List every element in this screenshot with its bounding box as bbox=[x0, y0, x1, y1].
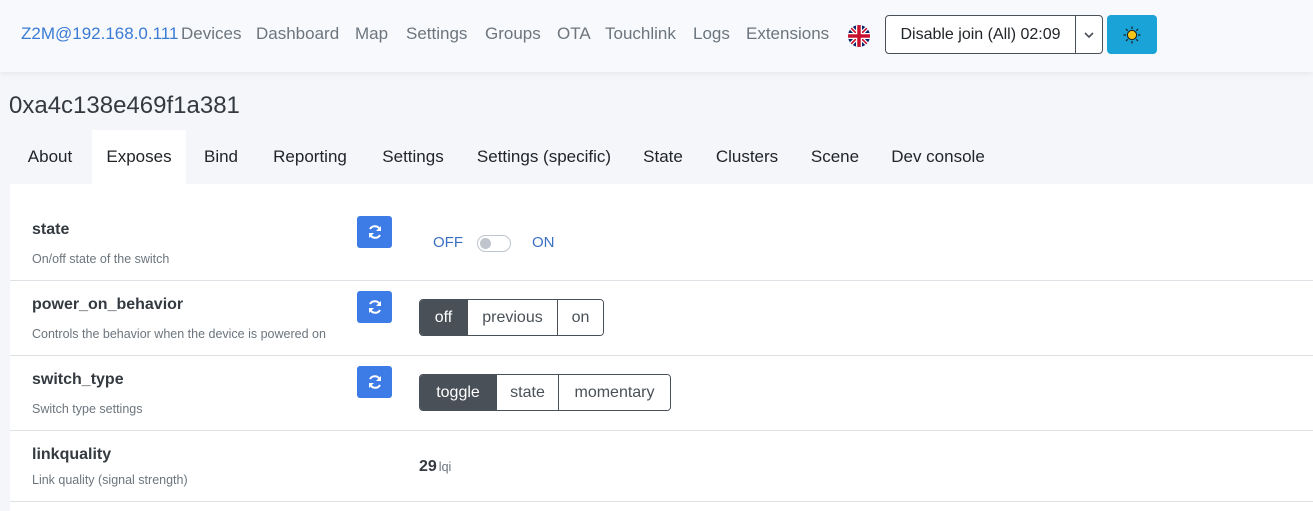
tab-scene[interactable]: Scene bbox=[796, 130, 874, 184]
linkquality-number: 29 bbox=[419, 458, 437, 475]
option-toggle[interactable]: toggle bbox=[420, 375, 496, 410]
nav-logs[interactable]: Logs bbox=[693, 24, 730, 44]
refresh-icon bbox=[368, 375, 381, 389]
expose-name: switch_type bbox=[32, 371, 124, 388]
expose-description: Switch type settings bbox=[32, 402, 143, 416]
tab-reporting[interactable]: Reporting bbox=[256, 130, 364, 184]
expose-row-linkquality: linkquality Link quality (signal strengt… bbox=[10, 431, 1313, 502]
option-on[interactable]: on bbox=[557, 300, 603, 335]
toggle-off-label[interactable]: OFF bbox=[433, 234, 463, 251]
nav-ota[interactable]: OTA bbox=[557, 24, 591, 44]
state-switch[interactable] bbox=[477, 235, 511, 252]
tab-settings[interactable]: Settings bbox=[366, 130, 460, 184]
refresh-button[interactable] bbox=[357, 216, 392, 248]
expose-row-power-on-behavior: power_on_behavior Controls the behavior … bbox=[10, 281, 1313, 356]
top-navbar: Z2M@192.168.0.111 Devices Dashboard Map … bbox=[0, 0, 1313, 72]
option-state[interactable]: state bbox=[496, 375, 558, 410]
permit-join-group: Disable join (All) 02:09 bbox=[885, 15, 1103, 54]
nav-groups[interactable]: Groups bbox=[485, 24, 541, 44]
expose-row-switch-type: switch_type Switch type settings toggle … bbox=[10, 356, 1313, 431]
nav-dashboard[interactable]: Dashboard bbox=[256, 24, 339, 44]
refresh-icon bbox=[368, 225, 381, 239]
option-momentary[interactable]: momentary bbox=[558, 375, 670, 410]
toggle-on-label[interactable]: ON bbox=[532, 234, 555, 251]
chevron-down-icon bbox=[1084, 31, 1094, 38]
linkquality-value: 29 lqi bbox=[419, 458, 451, 476]
refresh-icon bbox=[368, 300, 381, 314]
expose-name: state bbox=[32, 221, 70, 238]
permit-join-button[interactable]: Disable join (All) 02:09 bbox=[886, 16, 1075, 53]
nav-devices[interactable]: Devices bbox=[181, 24, 241, 44]
nav-extensions[interactable]: Extensions bbox=[746, 24, 829, 44]
device-title: 0xa4c138e469f1a381 bbox=[9, 92, 240, 119]
nav-map[interactable]: Map bbox=[355, 24, 388, 44]
tab-clusters[interactable]: Clusters bbox=[700, 130, 794, 184]
refresh-button[interactable] bbox=[357, 291, 392, 323]
option-off[interactable]: off bbox=[420, 300, 467, 335]
sun-icon bbox=[1123, 26, 1141, 43]
tab-about[interactable]: About bbox=[10, 130, 90, 184]
tab-bind[interactable]: Bind bbox=[188, 130, 254, 184]
expose-name: power_on_behavior bbox=[32, 296, 184, 313]
brand-link[interactable]: Z2M@192.168.0.111 bbox=[21, 24, 178, 44]
exposes-panel: state On/off state of the switch OFF ON … bbox=[10, 184, 1313, 511]
uk-flag-icon[interactable] bbox=[848, 25, 870, 47]
expose-row-state: state On/off state of the switch OFF ON bbox=[10, 184, 1313, 281]
expose-description: On/off state of the switch bbox=[32, 252, 170, 266]
expose-name: linkquality bbox=[32, 446, 112, 463]
expose-description: Controls the behavior when the device is… bbox=[32, 327, 326, 341]
refresh-button[interactable] bbox=[357, 366, 392, 398]
theme-toggle-button[interactable] bbox=[1107, 15, 1157, 54]
linkquality-unit: lqi bbox=[438, 460, 452, 474]
option-previous[interactable]: previous bbox=[467, 300, 557, 335]
nav-touchlink[interactable]: Touchlink bbox=[605, 24, 676, 44]
nav-settings[interactable]: Settings bbox=[406, 24, 467, 44]
tab-state[interactable]: State bbox=[628, 130, 698, 184]
tab-settings-specific[interactable]: Settings (specific) bbox=[462, 130, 626, 184]
expose-description: Link quality (signal strength) bbox=[32, 473, 188, 487]
tab-exposes[interactable]: Exposes bbox=[92, 130, 186, 184]
switch-type-options: toggle state momentary bbox=[419, 374, 671, 411]
permit-join-dropdown-toggle[interactable] bbox=[1075, 16, 1102, 53]
power-on-behavior-options: off previous on bbox=[419, 299, 604, 336]
tab-dev-console[interactable]: Dev console bbox=[876, 130, 1000, 184]
